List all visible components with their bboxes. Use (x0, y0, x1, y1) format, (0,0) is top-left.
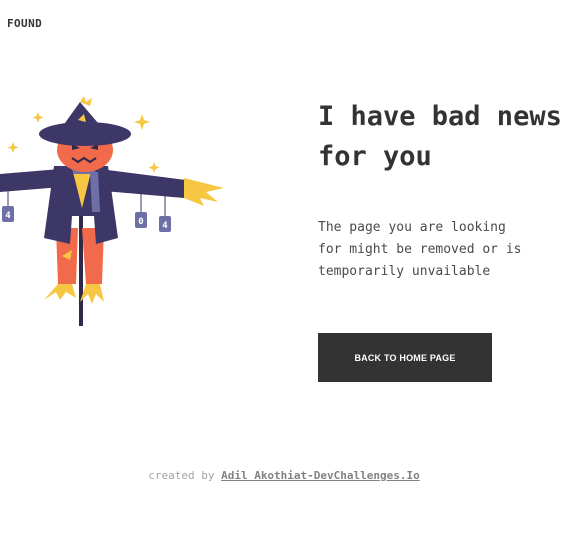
sign-middle: 0 (135, 192, 147, 228)
page-title-line-2: for you (318, 141, 432, 172)
description-line-3: temporarily unvailable (318, 264, 491, 279)
back-to-home-button[interactable]: BACK TO HOME PAGE (318, 333, 492, 382)
scarecrow-illustration: 4 0 4 (0, 96, 224, 326)
error-description: The page you are looking for might be re… (318, 217, 558, 283)
footer-prefix: created by (148, 469, 215, 482)
footer-credit: created by Adil Akothiat-DevChallenges.I… (0, 469, 568, 482)
sign-right: 4 (159, 194, 171, 232)
brand-label: FOUND (7, 17, 43, 30)
page-title: I have bad news for you (318, 97, 568, 177)
description-line-2: for might be removed or is (318, 242, 522, 257)
svg-text:0: 0 (138, 217, 143, 227)
sign-left: 4 (2, 190, 14, 222)
description-line-1: The page you are looking (318, 220, 506, 235)
svg-text:4: 4 (162, 221, 168, 231)
page-title-line-1: I have bad news (318, 101, 562, 132)
svg-text:4: 4 (5, 211, 11, 221)
author-link[interactable]: Adil Akothiat-DevChallenges.Io (221, 469, 420, 482)
